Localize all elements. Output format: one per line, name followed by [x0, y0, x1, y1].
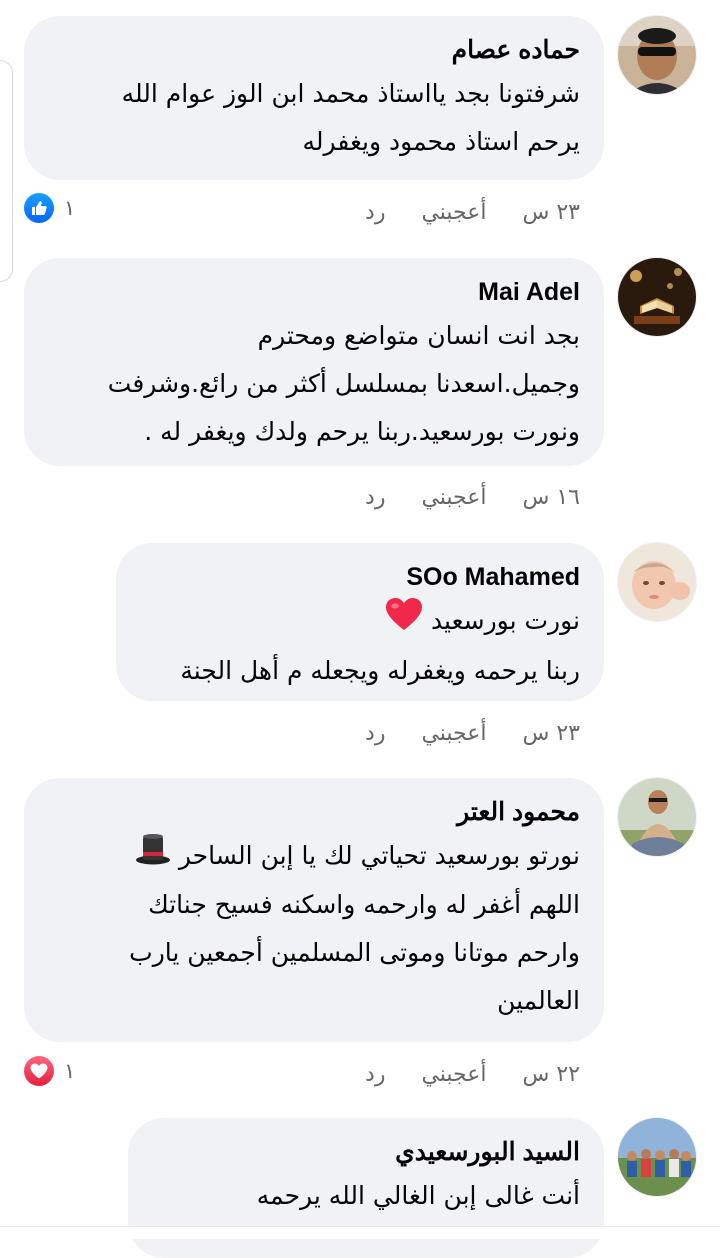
comment-author[interactable]: Mai Adel [48, 276, 580, 308]
bottom-divider [0, 1226, 720, 1239]
comment-text-line: وجميل.اسعدنا بمسلسل أكثر من رائع.وشرفت [107, 369, 580, 398]
comment-time[interactable]: ٢٣ س [523, 200, 581, 225]
reply-link[interactable]: رد [365, 1062, 385, 1087]
comment-time[interactable]: ١٦ س [523, 485, 581, 510]
like-icon [24, 193, 54, 223]
comment-author[interactable]: السيد البورسعيدي [152, 1136, 580, 1168]
comment-text-line: شرفتونا بجد يااستاذ محمد ابن الوز عوام ا… [121, 79, 580, 108]
comment-actions: ٢٣ س أعجبني رد [365, 192, 580, 232]
like-link[interactable]: أعجبني [421, 200, 486, 225]
comment-author[interactable]: SOo Mahamed [140, 561, 580, 593]
avatar[interactable] [618, 543, 696, 621]
reply-link[interactable]: رد [365, 721, 385, 746]
comment-text-line: أنت غالى إبن الغالي الله يرحمه [256, 1181, 580, 1210]
avatar[interactable] [618, 16, 696, 94]
comment-text-line: ونورت بورسعيد.ربنا يرحم ولدك ويغفر له . [144, 417, 580, 446]
comment-bubble[interactable]: SOo Mahamed نورت بورسعيد ربنا يرحمه ويغف… [116, 543, 604, 701]
comment-text-line: اللهم أغفر له وارحمه واسكنه فسيح جناتك [148, 890, 580, 919]
reaction-count: ١ [64, 1059, 76, 1083]
comment-text: نورت بورسعيد [430, 606, 580, 635]
comment-text-line: ربنا يرحمه ويغفرله ويجعله م أهل الجنة [180, 656, 580, 685]
comment-bubble[interactable]: حماده عصام شرفتونا بجد يااستاذ محمد ابن … [24, 16, 604, 180]
top-hat-emoji [135, 833, 171, 881]
reaction-count: ١ [64, 196, 76, 220]
comment-text-line: بجد انت انسان متواضع ومحترم [257, 321, 580, 350]
like-link[interactable]: أعجبني [421, 485, 486, 510]
like-link[interactable]: أعجبني [421, 1062, 486, 1087]
comment-text-line: العالمين [497, 986, 580, 1015]
comment-bubble[interactable]: Mai Adel بجد انت انسان متواضع ومحترم وجم… [24, 258, 604, 466]
love-icon [24, 1056, 54, 1086]
avatar[interactable] [618, 778, 696, 856]
comment-text-line: وارحم موتانا وموتى المسلمين أجمعين يارب [129, 938, 580, 967]
comment-actions: ١٦ س أعجبني رد [365, 477, 580, 517]
comment-time[interactable]: ٢٢ س [523, 1062, 581, 1087]
reply-link[interactable]: رد [365, 200, 385, 225]
comment-actions: ٢٣ س أعجبني رد [365, 713, 580, 753]
reply-link[interactable]: رد [365, 485, 385, 510]
reaction-summary[interactable]: ١ [24, 193, 75, 223]
comment-bubble[interactable]: محمود العتر نورتو بورسعيد تحياتي لك يا إ… [24, 778, 604, 1042]
comment-actions: ٢٢ س أعجبني رد [365, 1054, 580, 1094]
avatar[interactable] [618, 1118, 696, 1196]
comment-text-line: نورتو بورسعيد تحياتي لك يا إبن الساحر [48, 832, 580, 881]
comment-author[interactable]: محمود العتر [48, 796, 580, 828]
side-panel-edge [0, 60, 13, 282]
comment-author[interactable]: حماده عصام [48, 34, 580, 66]
comment-text-line: نورت بورسعيد [140, 597, 580, 647]
reaction-summary[interactable]: ١ [24, 1056, 75, 1086]
comment-text-line: يرحم استاذ محمود ويغفرله [302, 127, 580, 156]
red-heart-emoji [385, 597, 423, 647]
comment-time[interactable]: ٢٣ س [523, 721, 581, 746]
avatar[interactable] [618, 258, 696, 336]
like-link[interactable]: أعجبني [421, 721, 486, 746]
comment-text: نورتو بورسعيد تحياتي لك يا إبن الساحر [178, 841, 580, 870]
